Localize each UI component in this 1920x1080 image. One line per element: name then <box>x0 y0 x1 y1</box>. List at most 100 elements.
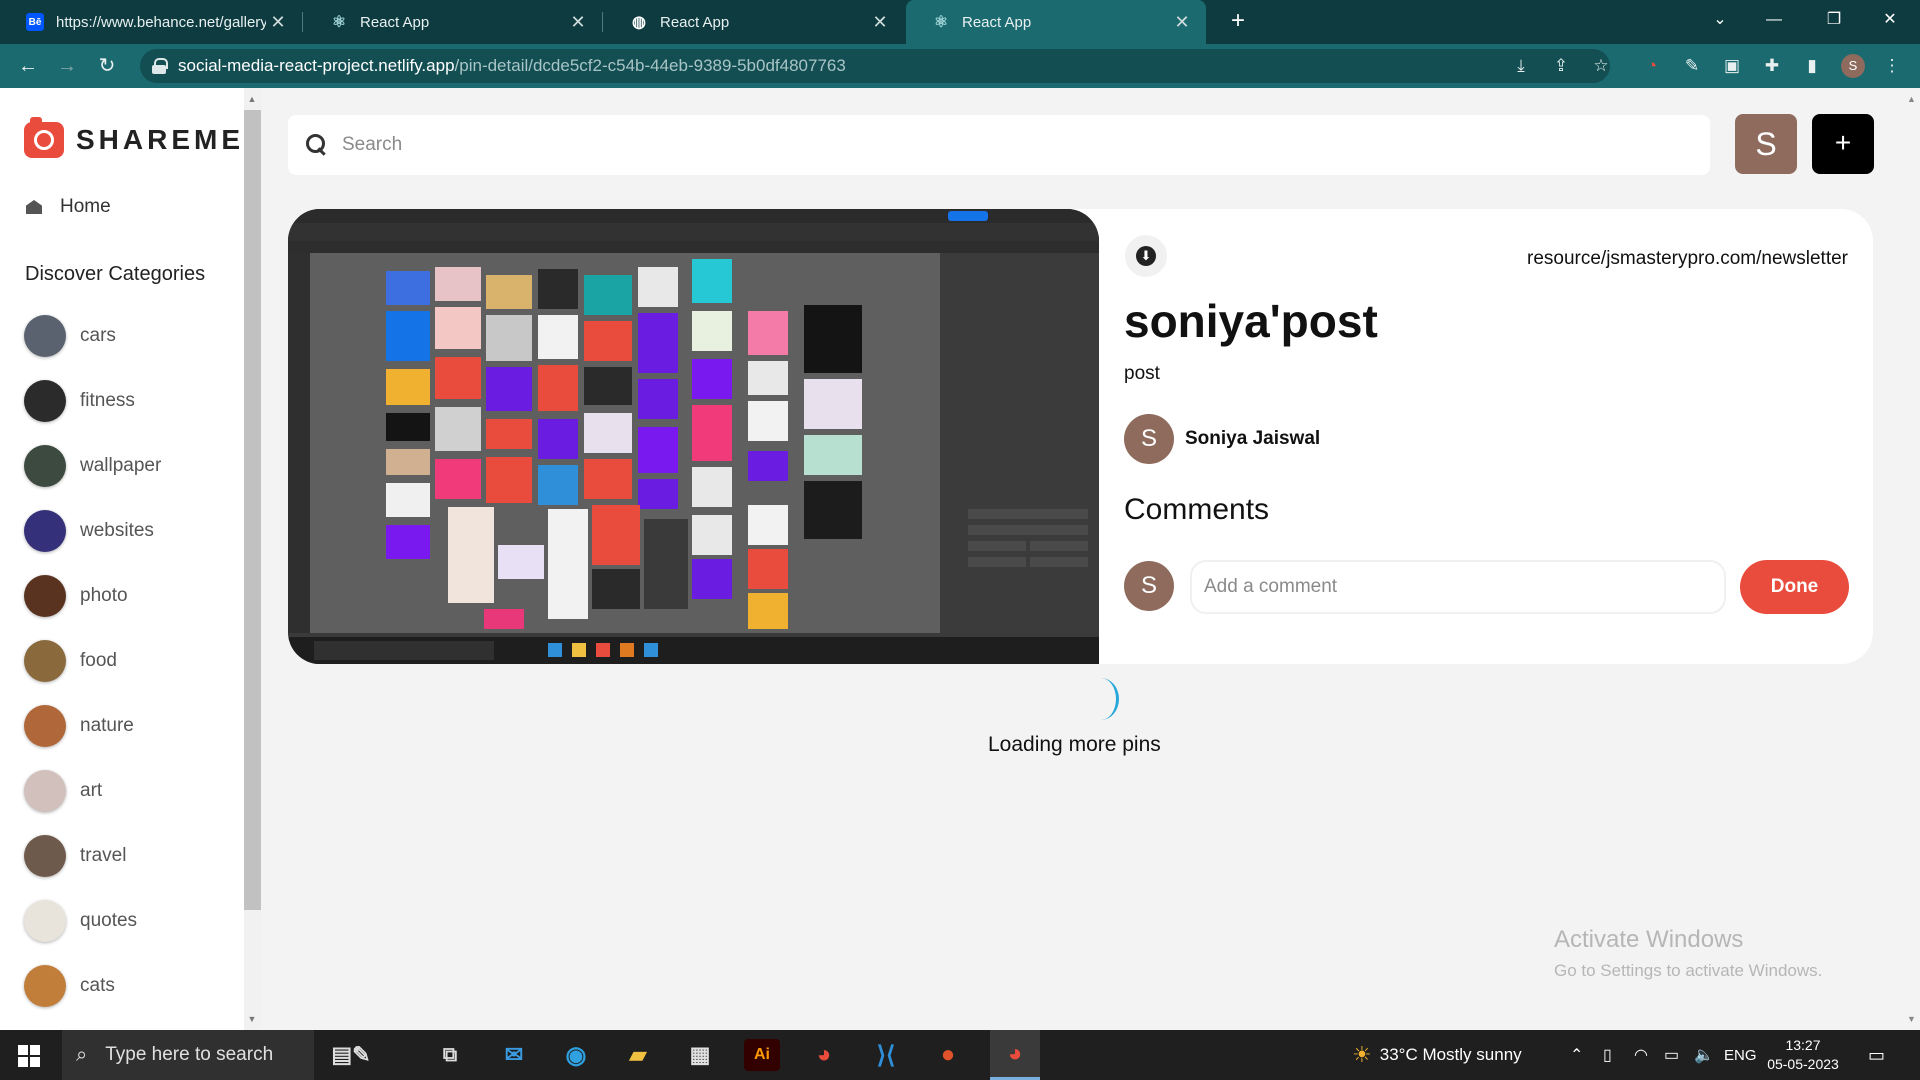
category-item-photo[interactable]: photo <box>24 574 128 618</box>
category-image <box>24 510 66 552</box>
done-button[interactable]: Done <box>1740 560 1849 614</box>
scroll-up-icon[interactable]: ▲ <box>1907 94 1916 104</box>
volume-icon[interactable]: 🔈 <box>1694 1030 1714 1080</box>
install-app-icon[interactable]: ⤓ <box>1509 54 1533 78</box>
category-image <box>24 900 66 942</box>
chrome-active-icon[interactable]: ◕ <box>990 1030 1040 1080</box>
windows-start-icon[interactable] <box>18 1045 40 1067</box>
tab-react-app-1[interactable]: ⚛ React App ✕ <box>304 0 602 44</box>
category-item-travel[interactable]: travel <box>24 834 126 878</box>
comment-input[interactable] <box>1190 560 1726 614</box>
user-profile-avatar[interactable]: S <box>1735 114 1797 174</box>
tab-react-app-active[interactable]: ⚛ React App ✕ <box>906 0 1206 44</box>
category-label: travel <box>80 845 127 866</box>
browser-tab-strip: Bē https://www.behance.net/gallery ✕ ⚛ R… <box>0 0 1920 44</box>
category-item-wallpaper[interactable]: wallpaper <box>24 444 161 488</box>
sidebar: SHAREME Home Discover Categories cars fit… <box>0 88 244 1030</box>
browser-profile-avatar[interactable]: S <box>1841 54 1865 78</box>
sidebar-scrollbar-thumb[interactable] <box>244 110 261 910</box>
category-image <box>24 835 66 877</box>
category-image <box>24 640 66 682</box>
notification-icon[interactable]: ▭ <box>1868 1030 1885 1080</box>
loading-text: Loading more pins <box>988 733 1161 756</box>
extension-icon[interactable]: ◔ <box>1640 54 1664 78</box>
category-item-fitness[interactable]: fitness <box>24 379 135 423</box>
tray-device-icon[interactable]: ▯ <box>1603 1030 1612 1080</box>
author-info[interactable]: S Soniya Jaiswal <box>1124 414 1320 464</box>
side-panel-icon[interactable]: ▮ <box>1800 54 1824 78</box>
language-indicator[interactable]: ENG <box>1724 1030 1757 1080</box>
globe-icon: ◍ <box>632 14 646 31</box>
close-tab-icon[interactable]: ✕ <box>868 12 892 33</box>
tab-title: React App <box>360 13 430 31</box>
category-item-cats[interactable]: cats <box>24 964 115 1008</box>
minimize-button[interactable]: — <box>1744 0 1804 40</box>
logo-text: SHAREME <box>76 124 244 155</box>
close-tab-icon[interactable]: ✕ <box>1170 12 1194 33</box>
browser-menu-icon[interactable]: ⋮ <box>1880 54 1904 78</box>
extension-pen-icon[interactable]: ✎ <box>1680 54 1704 78</box>
edge-browser-icon[interactable]: ◉ <box>558 1039 594 1071</box>
category-item-websites[interactable]: websites <box>24 509 154 553</box>
file-explorer-icon[interactable]: ▰ <box>620 1039 656 1071</box>
address-bar[interactable]: social-media-react-project.netlify.app/p… <box>140 49 1610 83</box>
powerpoint-icon[interactable]: ● <box>930 1039 966 1071</box>
extensions-puzzle-icon[interactable]: ✚ <box>1760 54 1784 78</box>
commenter-avatar[interactable]: S <box>1124 561 1174 611</box>
sidebar-item-home[interactable]: Home <box>26 196 111 218</box>
category-item-art[interactable]: art <box>24 769 102 813</box>
pin-description: post <box>1124 363 1160 384</box>
wifi-icon[interactable]: ◠ <box>1634 1030 1648 1080</box>
category-item-quotes[interactable]: quotes <box>24 899 137 943</box>
tray-chevron-icon[interactable]: ⌃ <box>1570 1030 1583 1080</box>
shareme-logo[interactable]: SHAREME <box>24 117 244 158</box>
download-button[interactable]: ⬇ <box>1125 235 1167 277</box>
vscode-icon[interactable]: ⟩⟨ <box>868 1039 904 1071</box>
category-item-nature[interactable]: nature <box>24 704 134 748</box>
close-tab-icon[interactable]: ✕ <box>266 12 290 33</box>
forward-arrow-icon[interactable]: → <box>53 52 81 80</box>
maximize-button[interactable]: ❐ <box>1804 0 1864 40</box>
task-view-icon[interactable]: ⧉ <box>432 1039 468 1071</box>
search-bar[interactable] <box>288 115 1710 175</box>
tab-react-app-2[interactable]: ◍ React App ✕ <box>604 0 904 44</box>
new-tab-button[interactable]: + <box>1222 6 1254 38</box>
windows-activation-watermark: Activate Windows <box>1554 926 1744 953</box>
clock-date: 05-05-2023 <box>1767 1056 1839 1072</box>
close-window-button[interactable]: ✕ <box>1860 0 1920 40</box>
page-scrollbar[interactable]: ▲ ▼ <box>1903 88 1920 1030</box>
close-tab-icon[interactable]: ✕ <box>566 12 590 33</box>
chrome-icon[interactable]: ◕ <box>806 1039 842 1071</box>
search-input[interactable] <box>342 134 1642 156</box>
battery-icon[interactable]: ▭ <box>1664 1030 1679 1080</box>
url-path: /pin-detail/dcde5cf2-c54b-44eb-9389-5b0d… <box>454 56 846 75</box>
scroll-down-icon[interactable]: ▼ <box>247 1014 257 1024</box>
tab-divider <box>602 12 603 32</box>
category-label: photo <box>80 585 128 606</box>
tab-search-chevron-icon[interactable]: ⌄ <box>1690 0 1750 40</box>
category-label: food <box>80 650 117 671</box>
category-item-food[interactable]: food <box>24 639 117 683</box>
illustrator-icon[interactable]: Ai <box>744 1039 780 1071</box>
react-icon: ⚛ <box>933 14 949 31</box>
back-arrow-icon[interactable]: ← <box>14 52 42 80</box>
taskbar-clock[interactable]: 13:27 05-05-2023 <box>1766 1036 1840 1074</box>
mail-icon[interactable]: ✉ <box>496 1039 532 1071</box>
destination-link[interactable]: resource/jsmasterypro.com/newsletter <box>1527 248 1848 270</box>
category-label: cats <box>80 975 115 996</box>
tab-behance[interactable]: Bē https://www.behance.net/gallery ✕ <box>0 0 302 44</box>
bookmark-star-icon[interactable]: ☆ <box>1589 54 1613 78</box>
microsoft-store-icon[interactable]: ▦ <box>682 1039 718 1071</box>
taskbar-search-box[interactable]: ⌕ Type here to search <box>62 1030 314 1080</box>
extension-box-icon[interactable]: ▣ <box>1720 54 1744 78</box>
scroll-down-icon[interactable]: ▼ <box>1907 1014 1916 1024</box>
category-item-cars[interactable]: cars <box>24 314 116 358</box>
weather-widget[interactable]: ☀ 33°C Mostly sunny <box>1352 1030 1522 1080</box>
share-icon[interactable]: ⇪ <box>1549 54 1573 78</box>
news-widget-icon[interactable]: ▤✎ <box>326 1039 376 1071</box>
reload-icon[interactable]: ↻ <box>93 52 121 80</box>
category-label: fitness <box>80 390 135 411</box>
create-pin-button[interactable]: + <box>1812 114 1874 174</box>
scroll-up-icon[interactable]: ▲ <box>247 94 257 104</box>
comments-heading: Comments <box>1124 493 1270 526</box>
